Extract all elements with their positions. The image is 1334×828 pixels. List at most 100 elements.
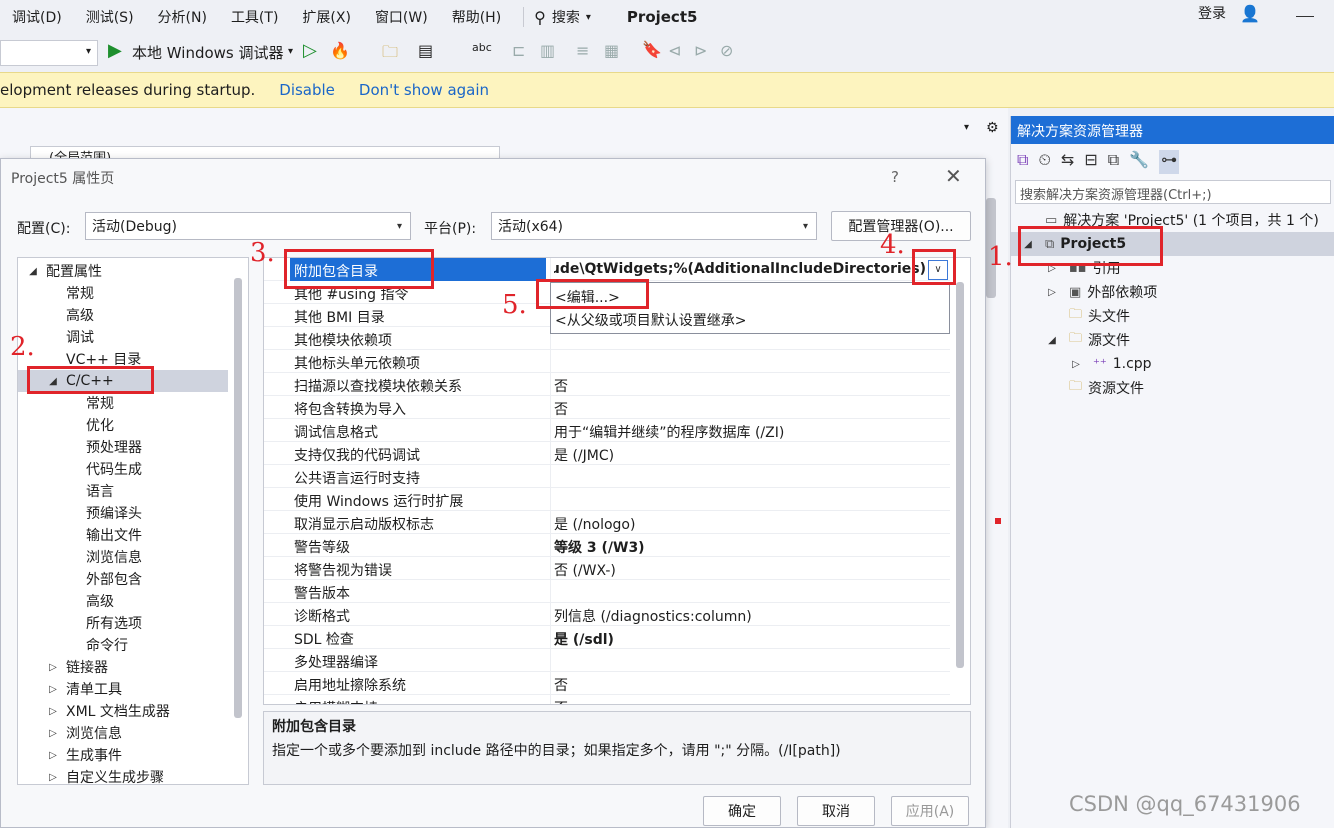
- property-row[interactable]: 其他标头单元依赖项: [264, 350, 950, 373]
- platform-select[interactable]: 活动(x64) ▾: [491, 212, 817, 240]
- property-row[interactable]: 多处理器编译: [264, 649, 950, 672]
- property-value[interactable]: 用于“编辑并继续”的程序数据库 (/ZI): [554, 422, 784, 442]
- tree-item[interactable]: ◢ 配置属性: [18, 260, 228, 282]
- tree-item[interactable]: 预编译头: [18, 502, 228, 524]
- property-row[interactable]: 扫描源以查找模块依赖关系 否: [264, 373, 950, 396]
- account-icon[interactable]: 👤: [1240, 4, 1260, 23]
- prev-bookmark-icon[interactable]: ⊲: [668, 41, 681, 60]
- menu-item[interactable]: 窗口(W): [363, 7, 440, 27]
- expander-icon[interactable]: ◢: [26, 266, 40, 277]
- property-value[interactable]: 否 (/WX-): [554, 560, 616, 580]
- solution-config-select[interactable]: ▾: [0, 40, 98, 66]
- start-without-debug-icon[interactable]: ▷: [303, 40, 317, 61]
- expander-icon[interactable]: ▷: [46, 684, 60, 695]
- solution-tree-item[interactable]: ▷ ⁺⁺ 1.cpp: [1011, 352, 1334, 376]
- disable-link[interactable]: Disable: [279, 81, 335, 99]
- solution-tree-item[interactable]: ▷ ▣ 外部依赖项: [1011, 280, 1334, 304]
- start-debug-icon[interactable]: ▶: [108, 40, 122, 61]
- menu-item[interactable]: 工具(T): [219, 7, 290, 27]
- property-value[interactable]: 是 (/sdl): [554, 629, 614, 649]
- property-row[interactable]: 使用 Windows 运行时扩展: [264, 488, 950, 511]
- collapse-all-icon[interactable]: ⊟: [1084, 150, 1097, 174]
- tree-item[interactable]: ▷ 浏览信息: [18, 722, 228, 744]
- tree-item[interactable]: 高级: [18, 590, 228, 612]
- tree-item[interactable]: 优化: [18, 414, 228, 436]
- indent-icon[interactable]: ⊏: [512, 41, 525, 60]
- search-icon[interactable]: ⚲: [534, 8, 546, 27]
- tree-item[interactable]: ▷ 生成事件: [18, 744, 228, 766]
- vs-icon[interactable]: ⧉: [1017, 150, 1028, 174]
- solution-tree-item[interactable]: 🗀 头文件: [1011, 304, 1334, 328]
- grid-scrollbar[interactable]: [956, 282, 964, 668]
- align-icon[interactable]: ≡: [576, 41, 589, 60]
- property-row[interactable]: 取消显示启动版权标志 是 (/nologo): [264, 511, 950, 534]
- apply-button[interactable]: 应用(A): [891, 796, 969, 826]
- layout-icon[interactable]: ▤: [418, 41, 433, 60]
- property-value[interactable]: 是 (/JMC): [554, 445, 614, 465]
- property-row[interactable]: 诊断格式 列信息 (/diagnostics:column): [264, 603, 950, 626]
- cancel-button[interactable]: 取消: [797, 796, 875, 826]
- uncomment-icon[interactable]: ▦: [604, 41, 619, 60]
- sync-icon[interactable]: ⇆: [1061, 150, 1074, 174]
- tree-item[interactable]: 常规: [18, 282, 228, 304]
- property-value[interactable]: 否: [554, 376, 568, 396]
- property-value[interactable]: 否: [554, 399, 568, 419]
- help-button[interactable]: ?: [891, 168, 899, 186]
- property-row[interactable]: 启用模糊支持 否: [264, 695, 950, 704]
- property-row[interactable]: 警告版本: [264, 580, 950, 603]
- login-button[interactable]: 登录: [1198, 3, 1226, 23]
- property-row[interactable]: 调试信息格式 用于“编辑并继续”的程序数据库 (/ZI): [264, 419, 950, 442]
- tree-item[interactable]: 调试: [18, 326, 228, 348]
- property-row[interactable]: 公共语言运行时支持: [264, 465, 950, 488]
- debugger-button[interactable]: 本地 Windows 调试器: [132, 42, 284, 63]
- property-row[interactable]: 将警告视为错误 否 (/WX-): [264, 557, 950, 580]
- tree-scrollbar[interactable]: [234, 278, 242, 718]
- property-row[interactable]: 启用地址擦除系统 否: [264, 672, 950, 695]
- tree-item[interactable]: 所有选项: [18, 612, 228, 634]
- expander-icon[interactable]: ▷: [46, 662, 60, 673]
- tree-item[interactable]: 代码生成: [18, 458, 228, 480]
- expander-icon[interactable]: ◢: [1045, 335, 1059, 346]
- close-icon[interactable]: ✕: [945, 164, 962, 188]
- bookmark-icon[interactable]: 🔖: [642, 40, 662, 59]
- property-row[interactable]: 警告等级 等级 3 (/W3): [264, 534, 950, 557]
- gear-icon[interactable]: ⚙: [986, 120, 999, 136]
- tree-item[interactable]: 高级: [18, 304, 228, 326]
- property-row[interactable]: SDL 检查 是 (/sdl): [264, 626, 950, 649]
- expander-icon[interactable]: ▷: [1045, 287, 1059, 298]
- menu-item[interactable]: 分析(N): [146, 7, 219, 27]
- property-value[interactable]: 否: [554, 698, 568, 704]
- tree-item[interactable]: 预处理器: [18, 436, 228, 458]
- tree-item[interactable]: ▷ XML 文档生成器: [18, 700, 228, 722]
- menu-item[interactable]: 扩展(X): [290, 7, 363, 27]
- config-select[interactable]: 活动(Debug) ▾: [85, 212, 411, 240]
- property-row[interactable]: 将包含转换为导入 否: [264, 396, 950, 419]
- tree-item[interactable]: 常规: [18, 392, 228, 414]
- tree-item[interactable]: ▷ 链接器: [18, 656, 228, 678]
- solution-tree-item[interactable]: 🗀 资源文件: [1011, 376, 1334, 400]
- history-icon[interactable]: ⏲: [1038, 150, 1050, 174]
- expander-icon[interactable]: ▷: [1069, 359, 1083, 370]
- dropdown-inherit-option[interactable]: <从父级或项目默认设置继承>: [555, 310, 746, 330]
- next-bookmark-icon[interactable]: ⊳: [694, 41, 707, 60]
- property-row[interactable]: 支持仅我的代码调试 是 (/JMC): [264, 442, 950, 465]
- property-value[interactable]: 是 (/nologo): [554, 514, 635, 534]
- dont-show-again-link[interactable]: Don't show again: [359, 81, 489, 99]
- expander-icon[interactable]: ▷: [46, 728, 60, 739]
- solution-search-input[interactable]: 搜索解决方案资源管理器(Ctrl+;): [1015, 180, 1331, 204]
- property-value[interactable]: nclude\QtWidgets;%(AdditionalIncludeDire…: [554, 261, 926, 277]
- spell-check-icon[interactable]: abc: [472, 41, 492, 54]
- menu-item[interactable]: 帮助(H): [440, 7, 513, 27]
- tree-item[interactable]: 外部包含: [18, 568, 228, 590]
- property-value[interactable]: 列信息 (/diagnostics:column): [554, 606, 752, 626]
- tree-item[interactable]: 输出文件: [18, 524, 228, 546]
- tree-item[interactable]: 命令行: [18, 634, 228, 656]
- expander-icon[interactable]: ▷: [46, 750, 60, 761]
- menu-item[interactable]: 测试(S): [74, 7, 146, 27]
- expander-icon[interactable]: ▷: [46, 772, 60, 783]
- solution-tree-item[interactable]: ◢ 🗀 源文件: [1011, 328, 1334, 352]
- menu-item[interactable]: 调试(D): [0, 7, 74, 27]
- panel-menu-icon[interactable]: ▾: [964, 122, 969, 133]
- tree-item[interactable]: ▷ 清单工具: [18, 678, 228, 700]
- hot-reload-icon[interactable]: 🔥: [330, 41, 350, 60]
